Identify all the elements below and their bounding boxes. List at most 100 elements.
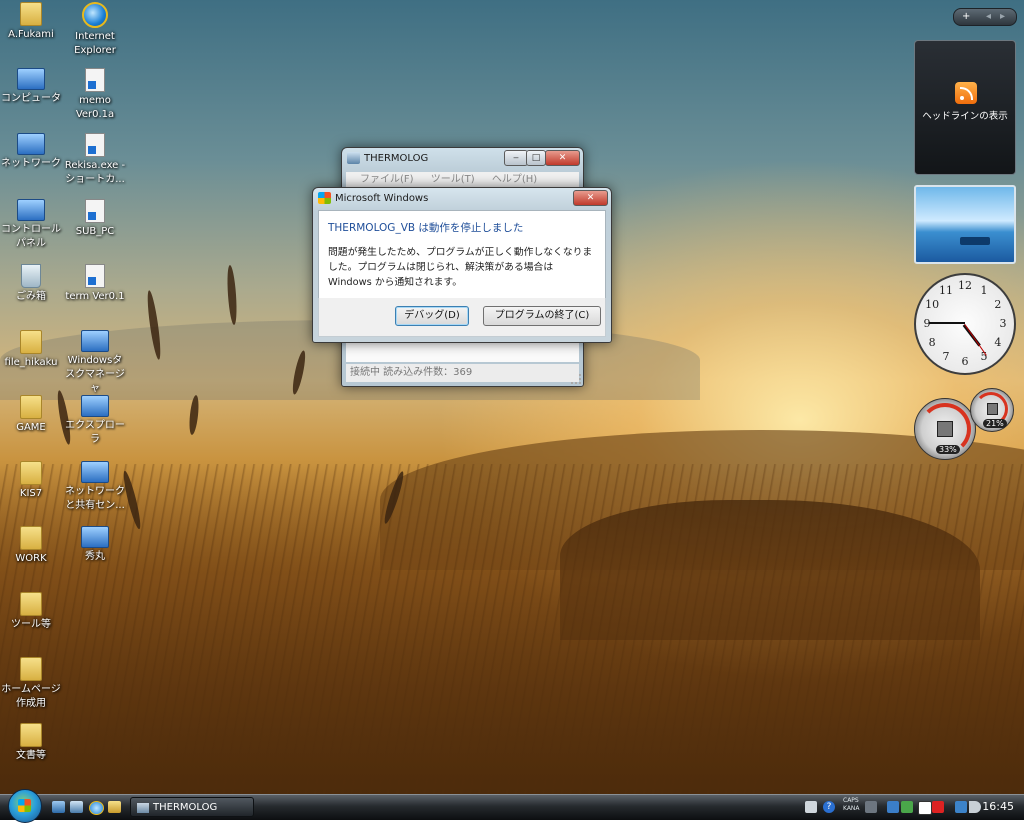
folder-icon xyxy=(20,526,42,550)
slideshow-dock-icon xyxy=(960,237,990,245)
folder-icon xyxy=(20,329,42,354)
shortcut-icon xyxy=(85,264,105,288)
headline-gadget[interactable]: ヘッドラインの表示 xyxy=(914,40,1016,175)
grass-stalk xyxy=(187,394,201,436)
desktop-icon-label: ごみ箱 xyxy=(16,291,46,302)
desktop-icon-label: file_hikaku xyxy=(4,356,58,368)
thermolog-menubar: ファイル(F) ツール(T) ヘルプ(H) xyxy=(346,172,579,188)
icon-game[interactable]: GAME xyxy=(0,395,62,435)
memory-percent: 21% xyxy=(983,419,1007,428)
dialog-body: THERMOLOG_VB は動作を停止しました 問題が発生したため、プログラムが… xyxy=(318,210,606,299)
icon-term[interactable]: term Ver0.1 xyxy=(64,264,126,304)
icon-file-hikaku[interactable]: file_hikaku xyxy=(0,329,62,370)
pc-icon xyxy=(81,526,109,548)
desktop-icon-label: SUB_PC xyxy=(75,225,115,237)
icon-sub-pc[interactable]: SUB_PC xyxy=(64,198,126,239)
taskbar-clock[interactable]: 16:45 xyxy=(982,800,1014,813)
clock-number: 8 xyxy=(928,336,936,349)
next-gadget-icon[interactable]: ▸ xyxy=(1000,9,1005,25)
ime-icon[interactable] xyxy=(865,801,877,813)
slideshow-gadget[interactable] xyxy=(914,185,1016,264)
memory-dial: 21% xyxy=(970,388,1014,432)
folder-icon xyxy=(20,2,42,26)
help-icon[interactable]: ? xyxy=(823,801,835,813)
icon-hidemaru[interactable]: 秀丸 xyxy=(64,526,126,564)
shortcut-icon xyxy=(85,67,105,92)
ie-quicklaunch-icon[interactable] xyxy=(89,801,104,815)
taskbar-thermolog-label: THERMOLOG xyxy=(153,802,218,813)
error-dialog[interactable]: Microsoft Windows ✕ THERMOLOG_VB は動作を停止し… xyxy=(312,187,612,343)
desktop-icon-label: ホームページ作成用 xyxy=(1,684,61,709)
icon-memo[interactable]: memo Ver0.1a xyxy=(64,67,126,122)
clock-number: 3 xyxy=(999,317,1007,330)
icon-a-fukami[interactable]: A.Fukami xyxy=(0,2,62,42)
keyboard-icon[interactable] xyxy=(805,801,817,813)
icon-recycle-bin[interactable]: ごみ箱 xyxy=(0,264,62,304)
maximize-button[interactable]: □ xyxy=(526,150,546,166)
icon-rekisa[interactable]: Rekisa.exe - ショートカ... xyxy=(64,133,126,187)
icon-network[interactable]: ネットワーク xyxy=(0,133,62,171)
pc-icon xyxy=(17,198,45,221)
folder-icon xyxy=(20,460,42,485)
shortcut-icon xyxy=(85,133,105,157)
resize-grip[interactable] xyxy=(571,374,581,384)
debug-button[interactable]: デバッグ(D) xyxy=(395,306,469,326)
volume-icon[interactable] xyxy=(969,801,981,813)
folder-icon xyxy=(20,722,42,747)
connection-tray-icon[interactable] xyxy=(955,801,967,813)
switch-windows-icon[interactable] xyxy=(70,801,83,813)
icon-computer[interactable]: コンピュータ xyxy=(0,67,62,106)
menu-file[interactable]: ファイル(F) xyxy=(360,174,414,185)
grass-stalk xyxy=(225,264,239,326)
icon-work[interactable]: WORK xyxy=(0,526,62,566)
clock-gadget[interactable]: 12 1 2 3 4 5 6 7 8 9 10 11 xyxy=(914,273,1016,375)
folder-quicklaunch-icon[interactable] xyxy=(108,801,121,813)
dialog-heading: THERMOLOG_VB は動作を停止しました xyxy=(328,222,524,234)
start-button[interactable] xyxy=(8,789,42,823)
ie-icon xyxy=(82,2,108,28)
prev-gadget-icon[interactable]: ◂ xyxy=(986,9,991,25)
close-program-button[interactable]: プログラムの終了(C) xyxy=(483,306,601,326)
minute-hand xyxy=(929,322,965,324)
desktop-icon-label: コントロール パネル xyxy=(1,223,61,249)
app-tray-icon[interactable] xyxy=(918,801,932,815)
clock-number: 6 xyxy=(961,355,969,368)
cpu-meter-gadget[interactable]: 33% 21% xyxy=(914,388,1014,460)
icon-control-panel[interactable]: コントロール パネル xyxy=(0,198,62,251)
icon-explorer[interactable]: エクスプローラ xyxy=(64,395,126,447)
taskbar-thermolog-button[interactable]: THERMOLOG xyxy=(130,797,254,817)
security-tray-icon[interactable] xyxy=(901,801,913,813)
folder-icon xyxy=(20,657,42,681)
icon-homepage[interactable]: ホームページ作成用 xyxy=(0,657,62,711)
memory-chip-icon xyxy=(987,403,998,415)
clock-number: 7 xyxy=(942,349,950,363)
grass-foreground xyxy=(0,464,1024,794)
desktop-icon-label: Windowsタスクマネージャ xyxy=(65,354,125,394)
dialog-titlebar[interactable]: Microsoft Windows ✕ xyxy=(313,188,611,210)
network-tray-icon[interactable] xyxy=(887,801,899,813)
thermolog-titlebar[interactable]: THERMOLOG ‒ □ ✕ xyxy=(342,148,583,170)
clock-number: 11 xyxy=(939,284,953,298)
show-desktop-icon[interactable] xyxy=(52,801,65,813)
menu-help[interactable]: ヘルプ(H) xyxy=(492,174,537,185)
dialog-close-button[interactable]: ✕ xyxy=(573,190,608,206)
warning-tray-icon[interactable] xyxy=(932,801,944,813)
clock-number: 12 xyxy=(958,279,972,292)
icon-task-manager[interactable]: Windowsタスクマネージャ xyxy=(64,329,126,396)
headline-label: ヘッドラインの表示 xyxy=(922,111,1008,122)
add-gadget-button[interactable]: + xyxy=(962,9,970,25)
thermolog-status-bar: 接続中 読み込み件数：369 xyxy=(346,364,579,382)
minimize-button[interactable]: ‒ xyxy=(504,150,528,166)
close-button[interactable]: ✕ xyxy=(545,150,580,166)
shortcut-icon xyxy=(85,198,105,223)
pc-icon xyxy=(81,460,109,483)
clock-number: 4 xyxy=(994,336,1002,349)
windows-logo-icon xyxy=(318,192,331,204)
desktop-icon-label: コンピュータ xyxy=(1,92,61,104)
icon-tools[interactable]: ツール等 xyxy=(0,591,62,632)
icon-kis7[interactable]: KIS7 xyxy=(0,460,62,501)
icon-internet-explorer[interactable]: Internet Explorer xyxy=(64,2,126,58)
menu-tools[interactable]: ツール(T) xyxy=(431,174,475,185)
icon-documents[interactable]: 文書等 xyxy=(0,722,62,763)
icon-network-center[interactable]: ネットワークと共有セン... xyxy=(64,460,126,513)
